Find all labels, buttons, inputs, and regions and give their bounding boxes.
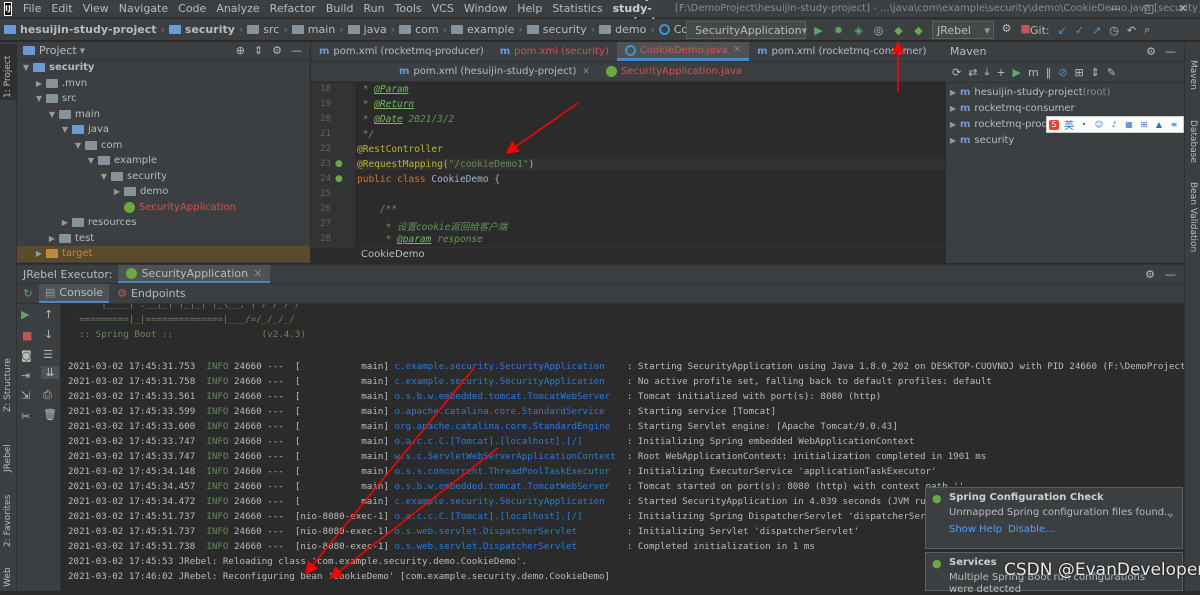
- arrow-to-reconfigure-line: [329, 447, 499, 579]
- annotation-arrows: [304, 40, 905, 579]
- arrow-to-reload-line: [304, 367, 475, 575]
- arrow-to-request-mapping: [505, 102, 579, 154]
